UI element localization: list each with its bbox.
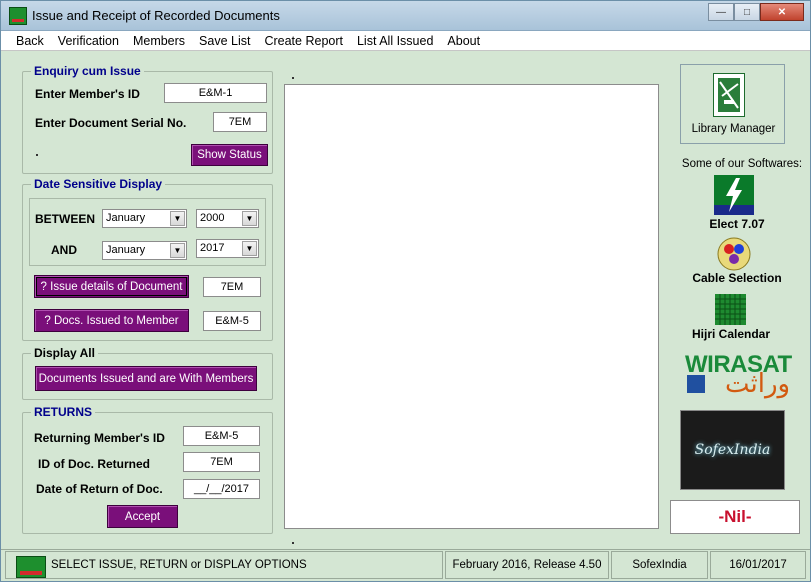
window-controls: — □ ✕ <box>708 3 804 21</box>
dot-marker <box>292 542 294 544</box>
member-id-input[interactable]: E&M-1 <box>164 83 267 103</box>
status-message-cell: SELECT ISSUE, RETURN or DISPLAY OPTIONS <box>5 551 443 579</box>
dot-marker <box>36 154 38 156</box>
show-status-button[interactable]: Show Status <box>191 144 268 166</box>
from-month-select[interactable]: January ▼ <box>102 209 187 228</box>
menu-verification[interactable]: Verification <box>51 34 126 48</box>
close-button[interactable]: ✕ <box>760 3 804 21</box>
menu-back[interactable]: Back <box>9 34 51 48</box>
window-title: Issue and Receipt of Recorded Documents <box>32 8 280 23</box>
elect-label[interactable]: Elect 7.07 <box>677 217 797 231</box>
minimize-button[interactable]: — <box>708 3 734 21</box>
return-date-input[interactable]: __/__/2017 <box>183 479 260 499</box>
library-manager-button[interactable]: Library Manager <box>680 64 785 144</box>
to-month-select[interactable]: January ▼ <box>102 241 187 260</box>
cable-selection-icon[interactable] <box>717 237 751 271</box>
display-all-group-title: Display All <box>31 346 98 360</box>
enquiry-group: Enquiry cum Issue Enter Member's ID E&M-… <box>22 64 273 174</box>
doc-returned-input[interactable]: 7EM <box>183 452 260 472</box>
to-month-value: January <box>106 244 146 256</box>
accept-button[interactable]: Accept <box>107 505 178 528</box>
menu-list-all-issued[interactable]: List All Issued <box>350 34 440 48</box>
maximize-button[interactable]: □ <box>734 3 760 21</box>
issue-details-button[interactable]: ? Issue details of Document <box>34 275 189 298</box>
status-date: 16/01/2017 <box>710 551 806 579</box>
app-logo-icon <box>9 7 27 25</box>
hijri-calendar-icon[interactable] <box>715 294 746 325</box>
app-logo-icon <box>16 556 46 578</box>
date-display-group: Date Sensitive Display BETWEEN January ▼… <box>22 177 273 341</box>
chevron-down-icon[interactable]: ▼ <box>170 243 185 258</box>
doc-serial-input[interactable]: 7EM <box>213 112 267 132</box>
doc-returned-label: ID of Doc. Returned <box>38 457 151 471</box>
date-display-group-title: Date Sensitive Display <box>31 177 166 191</box>
results-list[interactable] <box>284 84 659 529</box>
and-label: AND <box>51 243 77 257</box>
to-year-select[interactable]: 2017 ▼ <box>196 239 259 258</box>
returning-member-label: Returning Member's ID <box>34 431 165 445</box>
menu-create-report[interactable]: Create Report <box>257 34 350 48</box>
member-id-label: Enter Member's ID <box>35 87 140 101</box>
doc-serial-label: Enter Document Serial No. <box>35 116 187 130</box>
documents-issued-button[interactable]: Documents Issued and are With Members <box>35 366 257 391</box>
status-release: February 2016, Release 4.50 <box>445 551 609 579</box>
returns-group: RETURNS Returning Member's ID E&M-5 ID o… <box>22 405 273 534</box>
wirasat-logo[interactable]: WIRASAT وراثت <box>685 351 799 399</box>
display-all-group: Display All Documents Issued and are Wit… <box>22 346 273 400</box>
returns-group-title: RETURNS <box>31 405 96 419</box>
returning-member-input[interactable]: E&M-5 <box>183 426 260 446</box>
to-year-value: 2017 <box>200 242 225 254</box>
hijri-calendar-label[interactable]: Hijri Calendar <box>671 327 791 341</box>
status-message: SELECT ISSUE, RETURN or DISPLAY OPTIONS <box>51 559 307 571</box>
wirasat-urdu-text: وراثت <box>725 369 791 399</box>
softwares-title: Some of our Softwares: <box>681 158 803 170</box>
sofexindia-logo[interactable]: SofexIndia <box>680 410 785 490</box>
menu-about[interactable]: About <box>440 34 487 48</box>
menu-members[interactable]: Members <box>126 34 192 48</box>
status-bar: SELECT ISSUE, RETURN or DISPLAY OPTIONS … <box>1 549 810 581</box>
from-month-value: January <box>106 212 146 224</box>
app-window: Issue and Receipt of Recorded Documents … <box>0 0 811 582</box>
docs-issued-input[interactable]: E&M-5 <box>203 311 261 331</box>
chevron-down-icon[interactable]: ▼ <box>242 241 257 256</box>
wirasat-emblem-icon <box>687 375 705 393</box>
issue-details-input[interactable]: 7EM <box>203 277 261 297</box>
book-icon <box>718 78 740 112</box>
title-bar[interactable]: Issue and Receipt of Recorded Documents … <box>1 1 810 31</box>
between-label: BETWEEN <box>35 212 95 226</box>
return-date-label: Date of Return of Doc. <box>36 482 163 496</box>
chevron-down-icon[interactable]: ▼ <box>170 211 185 226</box>
dot-marker <box>292 77 294 79</box>
chevron-down-icon[interactable]: ▼ <box>242 211 257 226</box>
enquiry-group-title: Enquiry cum Issue <box>31 64 144 78</box>
cable-selection-label[interactable]: Cable Selection <box>677 271 797 285</box>
elect-icon[interactable] <box>714 175 754 215</box>
library-manager-icon <box>713 73 745 117</box>
menu-save-list[interactable]: Save List <box>192 34 257 48</box>
status-company: SofexIndia <box>611 551 708 579</box>
library-manager-label: Library Manager <box>691 123 776 135</box>
nil-indicator: -Nil- <box>670 500 800 534</box>
docs-issued-button[interactable]: ? Docs. Issued to Member <box>34 309 189 332</box>
from-year-value: 2000 <box>200 212 225 224</box>
from-year-select[interactable]: 2000 ▼ <box>196 209 259 228</box>
menu-bar: Back Verification Members Save List Crea… <box>1 31 810 51</box>
